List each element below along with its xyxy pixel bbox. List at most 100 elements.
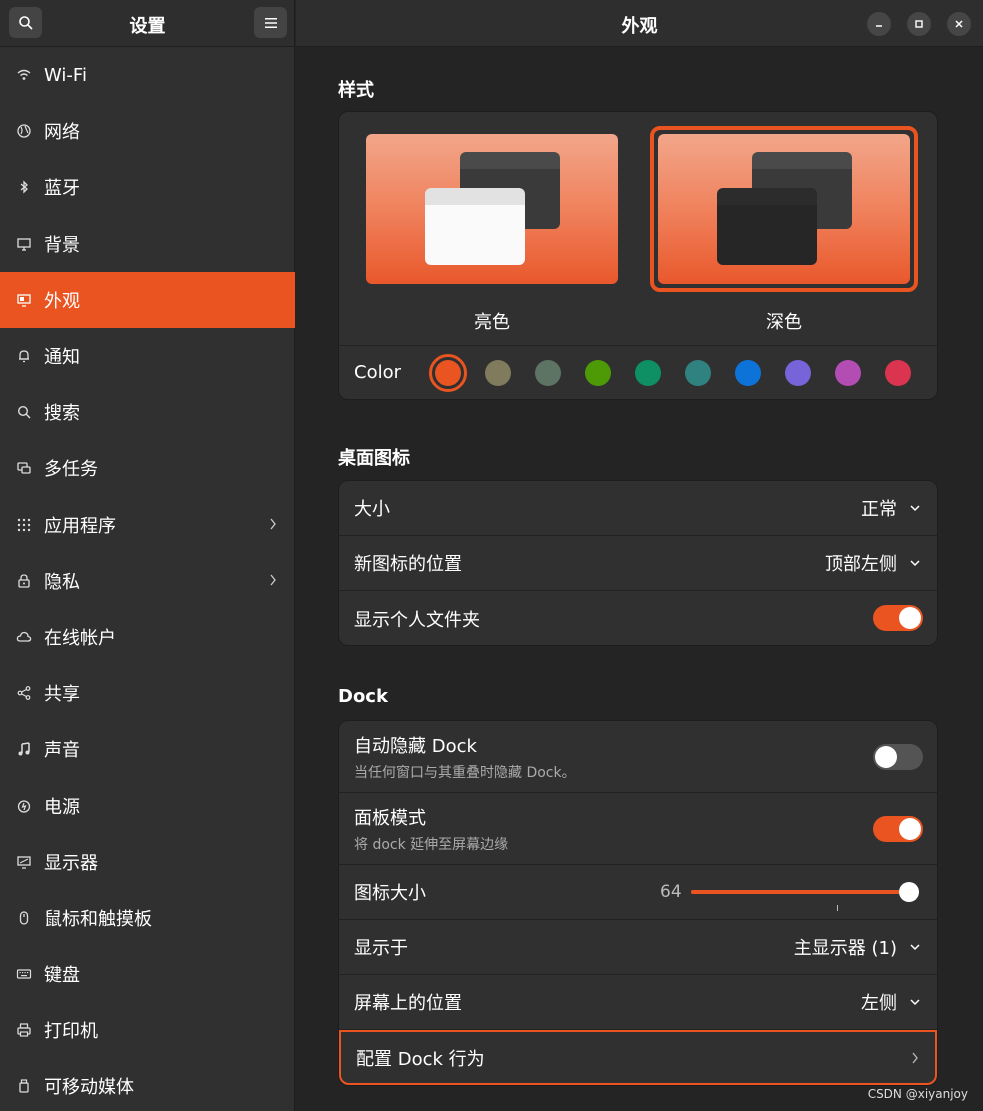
selected-color-ring <box>429 354 467 392</box>
color-label: Color <box>354 362 401 383</box>
accent-color-swatch[interactable] <box>429 354 467 392</box>
music-note-icon <box>16 741 32 757</box>
new-icon-position-value: 顶部左侧 <box>825 554 897 575</box>
sidebar-item-label: 外观 <box>44 290 80 312</box>
sidebar-item[interactable]: 显示器 <box>0 834 295 890</box>
slider-tick-mark <box>837 905 838 911</box>
screen-position-dropdown[interactable]: 左侧 <box>861 975 921 1029</box>
accent-color-swatch[interactable] <box>535 360 561 386</box>
screen-position-row[interactable]: 屏幕上的位置 左侧 <box>339 975 937 1030</box>
dock-autohide-row: 自动隐藏 Dock 当任何窗口与其重叠时隐藏 Dock。 <box>339 721 937 793</box>
new-icon-position-dropdown[interactable]: 顶部左侧 <box>825 536 921 590</box>
show-on-row[interactable]: 显示于 主显示器 (1) <box>339 920 937 975</box>
usb-drive-icon <box>16 1078 32 1094</box>
dock-icon-size-value: 64 <box>660 882 682 902</box>
sidebar-item[interactable]: 隐私 <box>0 553 295 609</box>
sidebar-item[interactable]: 蓝牙 <box>0 159 295 215</box>
sidebar-item-label: 隐私 <box>44 571 80 593</box>
sidebar-item[interactable]: 电源 <box>0 777 295 833</box>
minimize-icon <box>876 25 882 27</box>
sidebar-item[interactable]: 打印机 <box>0 1002 295 1058</box>
dock-icon-size-label: 图标大小 <box>354 883 426 904</box>
dock-icon-size-slider[interactable] <box>691 881 919 911</box>
desktop-icons-section-title: 桌面图标 <box>338 448 410 469</box>
icon-size-dropdown[interactable]: 正常 <box>861 481 921 535</box>
sidebar-item[interactable]: 可移动媒体 <box>0 1058 295 1111</box>
maximize-button[interactable] <box>907 12 931 36</box>
chevron-right-icon <box>912 1052 918 1063</box>
accent-color-swatch[interactable] <box>785 360 811 386</box>
dark-style-label: 深色 <box>766 312 802 333</box>
dark-style-option[interactable] <box>658 134 910 284</box>
monitor-icon <box>16 236 32 252</box>
close-button[interactable] <box>947 12 971 36</box>
sidebar-item-label: 多任务 <box>44 459 98 481</box>
search-icon <box>16 404 32 420</box>
color-row: Color <box>339 345 937 399</box>
sidebar-item[interactable]: 多任务 <box>0 440 295 496</box>
chevron-right-icon <box>269 571 277 592</box>
sidebar-item[interactable]: 应用程序 <box>0 497 295 553</box>
sidebar-item[interactable]: 通知 <box>0 328 295 384</box>
dock-autohide-toggle[interactable] <box>873 744 923 770</box>
light-style-label: 亮色 <box>474 312 510 333</box>
configure-dock-chevron <box>911 1032 919 1083</box>
accent-color-swatch[interactable] <box>835 360 861 386</box>
new-icon-position-label: 新图标的位置 <box>354 554 462 575</box>
sidebar-item[interactable]: 共享 <box>0 665 295 721</box>
desktop-icons-card: 大小 正常 新图标的位置 顶部左侧 显示个人文件夹 <box>338 480 938 646</box>
sidebar-header: 设置 <box>0 0 294 47</box>
hamburger-menu-icon <box>264 17 277 28</box>
show-home-label: 显示个人文件夹 <box>354 609 480 631</box>
show-on-dropdown[interactable]: 主显示器 (1) <box>794 920 921 974</box>
sidebar-item-label: 背景 <box>44 234 80 256</box>
chevron-down-icon <box>910 560 920 567</box>
accent-color-swatch[interactable] <box>585 360 611 386</box>
accent-color-swatch[interactable] <box>735 360 761 386</box>
sidebar-item[interactable]: Wi-Fi <box>0 47 295 103</box>
close-icon <box>955 20 963 28</box>
accent-color-swatch[interactable] <box>885 360 911 386</box>
sidebar-item-label: 键盘 <box>44 965 80 987</box>
sidebar-item[interactable]: 声音 <box>0 721 295 777</box>
globe-icon <box>16 123 32 139</box>
sidebar-item[interactable]: 网络 <box>0 103 295 159</box>
apps-grid-icon <box>16 517 32 533</box>
show-home-row: 显示个人文件夹 <box>339 591 937 645</box>
sidebar-title: 设置 <box>129 16 166 37</box>
maximize-icon <box>915 20 923 28</box>
sidebar-item[interactable]: 鼠标和触摸板 <box>0 890 295 946</box>
chevron-down-icon <box>910 944 920 951</box>
sidebar-item-label: 蓝牙 <box>44 178 80 200</box>
sidebar-item[interactable]: 背景 <box>0 216 295 272</box>
chevron-down-icon <box>910 505 920 512</box>
multitask-icon <box>16 460 32 476</box>
light-style-option[interactable] <box>366 134 618 284</box>
screen-position-label: 屏幕上的位置 <box>354 993 462 1014</box>
minimize-button[interactable] <box>867 12 891 36</box>
icon-size-row[interactable]: 大小 正常 <box>339 481 937 536</box>
sidebar-item[interactable]: 在线帐户 <box>0 609 295 665</box>
toggle-knob <box>899 818 921 840</box>
sidebar-item[interactable]: 搜索 <box>0 384 295 440</box>
accent-color-swatch[interactable] <box>635 360 661 386</box>
new-icon-position-row[interactable]: 新图标的位置 顶部左侧 <box>339 536 937 591</box>
show-home-toggle[interactable] <box>873 605 923 631</box>
sidebar-item-label: 应用程序 <box>44 515 116 537</box>
sidebar-item-label: 在线帐户 <box>44 627 116 649</box>
slider-handle[interactable] <box>899 882 919 902</box>
panel-mode-toggle[interactable] <box>873 816 923 842</box>
configure-dock-row[interactable]: 配置 Dock 行为 <box>339 1030 937 1085</box>
appearance-icon <box>16 292 32 308</box>
dock-section-title: Dock <box>338 686 388 707</box>
sidebar-item-label: Wi-Fi <box>44 64 87 86</box>
menu-button[interactable] <box>254 7 287 38</box>
dock-icon-size-row: 图标大小 64 <box>339 865 937 920</box>
accent-color-swatch[interactable] <box>685 360 711 386</box>
printer-icon <box>16 1022 32 1038</box>
accent-color-swatch[interactable] <box>485 360 511 386</box>
sidebar-item[interactable]: 键盘 <box>0 946 295 1002</box>
configure-dock-label: 配置 Dock 行为 <box>356 1048 485 1070</box>
sidebar-item-label: 共享 <box>44 684 80 706</box>
sidebar-item[interactable]: 外观 <box>0 271 295 328</box>
